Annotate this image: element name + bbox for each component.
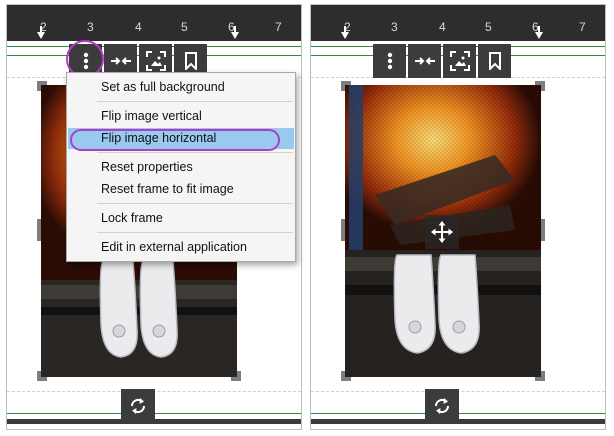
menu-separator [97, 232, 293, 233]
image-context-menu: Set as full background Flip image vertic… [66, 72, 296, 262]
menu-item-reset-properties[interactable]: Reset properties [68, 157, 294, 178]
ruler-label: 5 [181, 20, 188, 34]
menu-separator [97, 152, 293, 153]
menu-item-edit-external[interactable]: Edit in external application [68, 237, 294, 258]
menu-item-flip-vertical[interactable]: Flip image vertical [68, 106, 294, 127]
bookmark-icon [488, 52, 501, 70]
ruler-label: 7 [579, 20, 586, 34]
resize-handle[interactable] [341, 219, 345, 241]
crop-handle[interactable] [37, 371, 47, 381]
bookmark-icon [184, 52, 197, 70]
right-margin-marker-icon[interactable] [231, 32, 239, 39]
rotate-button[interactable] [121, 389, 155, 423]
menu-separator [97, 203, 293, 204]
left-margin-marker-icon[interactable] [37, 32, 45, 39]
fit-arrows-icon [414, 57, 435, 65]
more-options-button[interactable] [373, 44, 406, 78]
image-toolbar [373, 44, 511, 78]
replace-image-button[interactable] [443, 44, 476, 78]
image-frame-icon [145, 51, 166, 71]
crop-handle[interactable] [535, 81, 545, 91]
highlight-oval [70, 129, 280, 151]
fit-frame-button[interactable] [408, 44, 441, 78]
resize-handle[interactable] [541, 219, 545, 241]
menu-item-reset-frame[interactable]: Reset frame to fit image [68, 179, 294, 200]
crop-handle[interactable] [231, 371, 241, 381]
crop-handle[interactable] [341, 81, 351, 91]
resize-handle[interactable] [37, 219, 41, 241]
move-arrows-icon [431, 221, 453, 243]
menu-item-lock-frame[interactable]: Lock frame [68, 208, 294, 229]
right-margin-marker-icon[interactable] [535, 32, 543, 39]
rotate-icon [130, 398, 146, 414]
left-margin-marker-icon[interactable] [341, 32, 349, 39]
ruler-label: 7 [275, 20, 282, 34]
rotate-icon [434, 398, 450, 414]
ruler-label: 3 [87, 20, 94, 34]
horizontal-ruler[interactable]: 2 3 4 5 6 7 [311, 5, 605, 41]
crop-handle[interactable] [37, 81, 47, 91]
crop-handle[interactable] [535, 371, 545, 381]
menu-item-set-full-background[interactable]: Set as full background [68, 77, 294, 98]
move-image-handle[interactable] [425, 215, 459, 249]
image-frame-icon [449, 51, 470, 71]
ruler-label: 5 [485, 20, 492, 34]
right-layout-panel: 2 3 4 5 6 7 [310, 4, 606, 430]
crop-handle[interactable] [341, 371, 351, 381]
ruler-label: 4 [439, 20, 446, 34]
ruler-label: 3 [391, 20, 398, 34]
more-vertical-icon [387, 52, 392, 70]
horizontal-ruler[interactable]: 2 3 4 5 6 7 [7, 5, 301, 41]
rotate-button[interactable] [425, 389, 459, 423]
menu-separator [97, 101, 293, 102]
bookmark-button[interactable] [478, 44, 511, 78]
ruler-label: 4 [135, 20, 142, 34]
fit-arrows-icon [110, 57, 131, 65]
